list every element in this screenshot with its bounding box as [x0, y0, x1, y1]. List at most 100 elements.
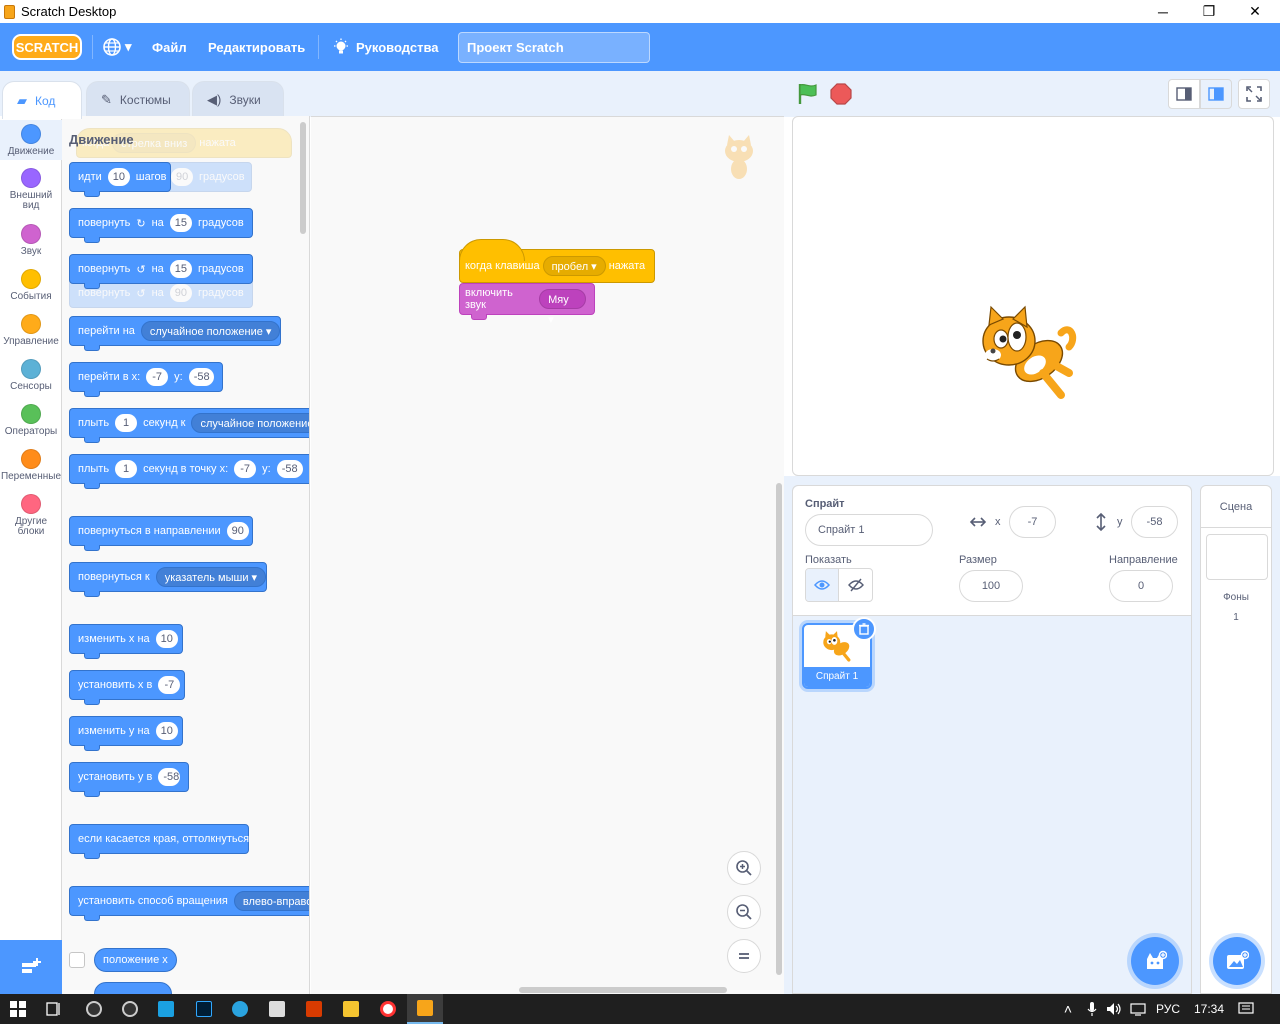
- tutorials-menu[interactable]: Руководства: [332, 23, 439, 71]
- taskbar-telegram[interactable]: [222, 994, 258, 1024]
- stage-thumbnail[interactable]: [1206, 534, 1268, 580]
- goto-xy-block[interactable]: перейти в x: -7 y: -58: [69, 362, 223, 397]
- y-input[interactable]: -58: [188, 368, 214, 386]
- category-operators[interactable]: Операторы: [0, 404, 62, 437]
- project-title-input[interactable]: Проект Scratch: [458, 32, 650, 63]
- taskbar-explorer[interactable]: [333, 994, 369, 1024]
- taskbar-app-2[interactable]: [112, 994, 148, 1024]
- rotation-style-block[interactable]: установить способ вращения влево-вправо: [69, 886, 309, 921]
- x-input[interactable]: -7: [146, 368, 169, 386]
- show-sprite-button[interactable]: [806, 569, 840, 601]
- steps-input[interactable]: 10: [107, 168, 130, 186]
- fullscreen-button[interactable]: [1238, 79, 1270, 109]
- chevron-up-icon[interactable]: ˄: [1060, 1001, 1076, 1017]
- turn-right-block[interactable]: повернуть ↻ на 15 градусов: [69, 208, 253, 243]
- degrees-input[interactable]: 15: [169, 214, 193, 232]
- notification-icon[interactable]: [1238, 1001, 1254, 1017]
- goto-dropdown[interactable]: случайное положение ▾: [140, 321, 281, 341]
- cat-sprite[interactable]: [973, 303, 1083, 408]
- hide-sprite-button[interactable]: [839, 569, 872, 601]
- taskbar-yandex[interactable]: [370, 994, 406, 1024]
- size-input[interactable]: 100: [959, 570, 1023, 602]
- category-sensing[interactable]: Сенсоры: [0, 359, 62, 392]
- large-stage-button[interactable]: [1200, 79, 1232, 109]
- zoom-out-button[interactable]: [727, 895, 761, 929]
- green-flag-icon[interactable]: [796, 82, 820, 106]
- category-variables[interactable]: Переменные: [0, 449, 62, 482]
- taskbar-app-1[interactable]: [76, 994, 112, 1024]
- x-position-checkbox[interactable]: [69, 952, 85, 968]
- sound-dropdown[interactable]: Мяу ▾: [539, 289, 586, 326]
- change-x-block[interactable]: изменить x на 10: [69, 624, 183, 659]
- glide-to-block[interactable]: плыть 1 секунд к случайное положение: [69, 408, 309, 443]
- seconds-input[interactable]: 1: [115, 460, 138, 478]
- minimize-button[interactable]: ─: [1140, 0, 1186, 23]
- point-towards-block[interactable]: повернуться к указатель мыши ▾: [69, 562, 267, 597]
- stop-icon[interactable]: [829, 82, 853, 106]
- glide-xy-block[interactable]: плыть 1 секунд в точку x: -7 y: -58: [69, 454, 309, 489]
- zoom-in-button[interactable]: [727, 851, 761, 885]
- set-y-block[interactable]: установить y в -58: [69, 762, 189, 797]
- start-button[interactable]: [0, 994, 36, 1024]
- change-y-block[interactable]: изменить y на 10: [69, 716, 183, 751]
- x-input[interactable]: -7: [1009, 506, 1056, 538]
- turn-left-block[interactable]: повернуть ↺ на 15 градусов: [69, 254, 253, 289]
- change-x-input[interactable]: 10: [155, 630, 178, 648]
- key-dropdown[interactable]: пробел ▾: [542, 256, 606, 276]
- bounce-block[interactable]: если касается края, оттолкнуться: [69, 824, 249, 859]
- y-input[interactable]: -58: [276, 460, 303, 478]
- microphone-icon[interactable]: [1084, 1001, 1100, 1017]
- script-horizontal-scrollbar[interactable]: [519, 987, 727, 993]
- tab-sounds[interactable]: ◀) Звуки: [192, 81, 284, 118]
- network-icon[interactable]: [1130, 1001, 1146, 1017]
- maximize-button[interactable]: ❐: [1186, 0, 1232, 23]
- category-control[interactable]: Управление: [0, 314, 62, 347]
- category-looks[interactable]: Внешний вид: [0, 168, 62, 211]
- category-sound[interactable]: Звук: [0, 224, 62, 257]
- set-x-input[interactable]: -7: [158, 676, 181, 694]
- category-motion[interactable]: Движение: [0, 120, 62, 160]
- x-position-reporter[interactable]: положение x: [94, 948, 177, 972]
- palette-scrollbar[interactable]: [300, 122, 306, 234]
- rotation-dropdown[interactable]: влево-вправо: [233, 891, 309, 911]
- towards-dropdown[interactable]: указатель мыши ▾: [155, 567, 267, 587]
- task-view-button[interactable]: [36, 994, 72, 1024]
- y-input[interactable]: -58: [1131, 506, 1178, 538]
- taskbar-store[interactable]: [259, 994, 295, 1024]
- y-position-reporter[interactable]: [94, 982, 172, 994]
- sprite-name-input[interactable]: Спрайт 1: [805, 514, 933, 546]
- taskbar-app-3[interactable]: [148, 994, 184, 1024]
- tab-code[interactable]: ▰ Код: [2, 81, 82, 119]
- x-input[interactable]: -7: [234, 460, 257, 478]
- tab-costumes[interactable]: ✎ Костюмы: [86, 81, 190, 118]
- close-button[interactable]: ✕: [1232, 0, 1278, 23]
- move-steps-block[interactable]: идти 10 шагов: [69, 162, 171, 197]
- script-vertical-scrollbar[interactable]: [776, 483, 782, 975]
- small-stage-button[interactable]: [1168, 79, 1200, 109]
- category-my-blocks[interactable]: Другие блоки: [0, 494, 62, 537]
- file-menu[interactable]: Файл: [152, 23, 187, 71]
- add-backdrop-button[interactable]: [1213, 937, 1261, 985]
- change-y-input[interactable]: 10: [155, 722, 178, 740]
- play-sound-block[interactable]: включить звук Мяу ▾: [459, 283, 595, 326]
- point-direction-block[interactable]: повернуться в направлении 90: [69, 516, 253, 551]
- add-extension-button[interactable]: [0, 940, 62, 994]
- stage-selector[interactable]: Сцена Фоны 1: [1200, 485, 1272, 994]
- script-area[interactable]: когда клавиша пробел ▾ нажата включить з…: [311, 116, 784, 994]
- seconds-input[interactable]: 1: [115, 414, 138, 432]
- taskbar-scratch[interactable]: [407, 994, 443, 1024]
- language-menu[interactable]: ▾: [102, 23, 132, 71]
- glide-dropdown[interactable]: случайное положение: [191, 413, 309, 433]
- category-events[interactable]: События: [0, 269, 62, 302]
- direction-input[interactable]: 0: [1109, 570, 1173, 602]
- set-y-input[interactable]: -58: [158, 768, 181, 786]
- goto-block[interactable]: перейти на случайное положение ▾: [69, 316, 281, 351]
- direction-input[interactable]: 90: [226, 522, 249, 540]
- zoom-reset-button[interactable]: [727, 939, 761, 973]
- stage-canvas[interactable]: [792, 116, 1274, 476]
- add-sprite-button[interactable]: [1131, 937, 1179, 985]
- clock[interactable]: 17:34: [1194, 1002, 1224, 1016]
- set-x-block[interactable]: установить x в -7: [69, 670, 185, 705]
- volume-icon[interactable]: [1106, 1001, 1122, 1017]
- taskbar-office[interactable]: [296, 994, 332, 1024]
